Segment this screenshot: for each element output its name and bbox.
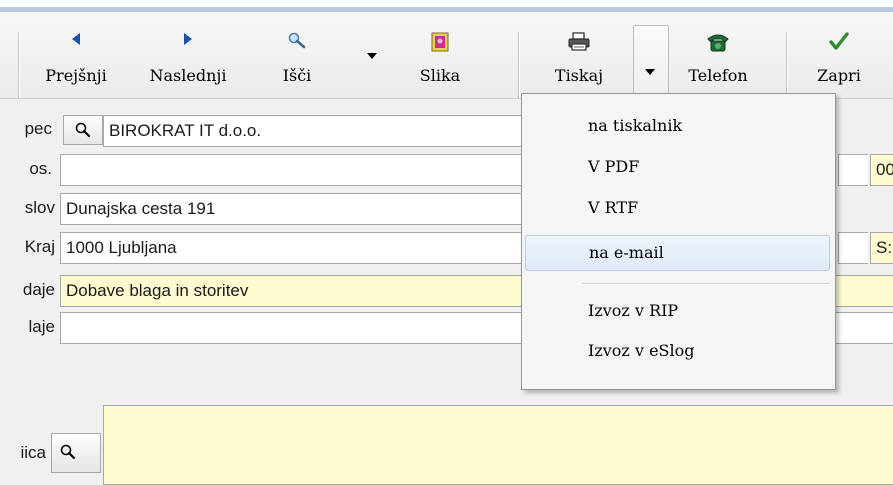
close-button[interactable]: Zapri [804, 20, 874, 98]
city-field[interactable]: 1000 Ljubljana [60, 232, 535, 264]
city-label: Kraj [24, 237, 55, 256]
next-button[interactable]: Naslednji [140, 20, 236, 98]
row-label-bottom: iica [20, 443, 46, 462]
bottom-search-button[interactable] [51, 433, 101, 473]
menu-item-to-printer[interactable]: na tiskalnik [525, 108, 830, 144]
right-field-small-2[interactable] [838, 232, 868, 264]
search-icon [288, 32, 306, 49]
contact-label: os. [29, 159, 52, 178]
address-field[interactable]: Dunajska cesta 191 [60, 193, 535, 225]
right-field-small[interactable] [838, 154, 868, 186]
telephone-button-label: Telefon [688, 66, 748, 85]
delivery-type-label: daje [22, 280, 55, 299]
arrow-left-icon [72, 33, 80, 45]
search-icon [60, 444, 75, 459]
toolbar: Prejšnji Naslednji Išči Slika Tiskaj Tel… [0, 12, 893, 109]
picture-icon [431, 32, 449, 52]
partner-label: pec [24, 119, 52, 138]
address-label: slov [24, 198, 55, 217]
country-code-field[interactable]: S: [870, 232, 893, 264]
search-button[interactable]: Išči [262, 20, 332, 98]
menu-item-rtf[interactable]: V RTF [525, 190, 830, 226]
menu-separator [582, 283, 830, 284]
search-dropdown-caret[interactable] [367, 53, 377, 59]
print-button[interactable]: Tiskaj [532, 20, 626, 98]
close-button-label: Zapri [817, 66, 861, 85]
chevron-down-icon [645, 69, 655, 75]
previous-button-label: Prejšnji [45, 66, 107, 85]
contact-field[interactable] [60, 154, 535, 186]
search-button-label: Išči [282, 66, 312, 85]
menu-item-export-rip[interactable]: Izvoz v RIP [525, 293, 830, 329]
print-menu: na tiskalnik V PDF V RTF na e-mail Izvoz… [521, 93, 836, 390]
checkmark-icon [829, 32, 849, 50]
menu-item-pdf[interactable]: V PDF [525, 149, 830, 185]
previous-button[interactable]: Prejšnji [32, 20, 120, 98]
partner-search-button[interactable] [63, 115, 103, 145]
printer-icon [568, 32, 590, 51]
next-button-label: Naslednji [149, 66, 227, 85]
search-icon [75, 122, 90, 137]
picture-button[interactable]: Slika [400, 20, 480, 98]
toolbar-separator [18, 32, 19, 98]
toolbar-separator [518, 32, 519, 98]
telephone-icon [707, 34, 729, 52]
right-code-field[interactable]: 00 [870, 154, 893, 186]
menu-item-email[interactable]: na e-mail [525, 235, 830, 271]
menu-item-export-eslog[interactable]: Izvoz v eSlog [525, 333, 830, 369]
delivery-label: laje [28, 317, 55, 336]
picture-button-label: Slika [419, 66, 461, 85]
toolbar-separator [786, 32, 787, 98]
print-button-label: Tiskaj [554, 66, 604, 85]
arrow-right-icon [184, 33, 192, 45]
window-top-strip [0, 0, 893, 12]
notes-area[interactable] [103, 405, 893, 485]
telephone-button[interactable]: Telefon [670, 20, 766, 98]
partner-name-field[interactable]: BIROKRAT IT d.o.o. [103, 115, 533, 147]
